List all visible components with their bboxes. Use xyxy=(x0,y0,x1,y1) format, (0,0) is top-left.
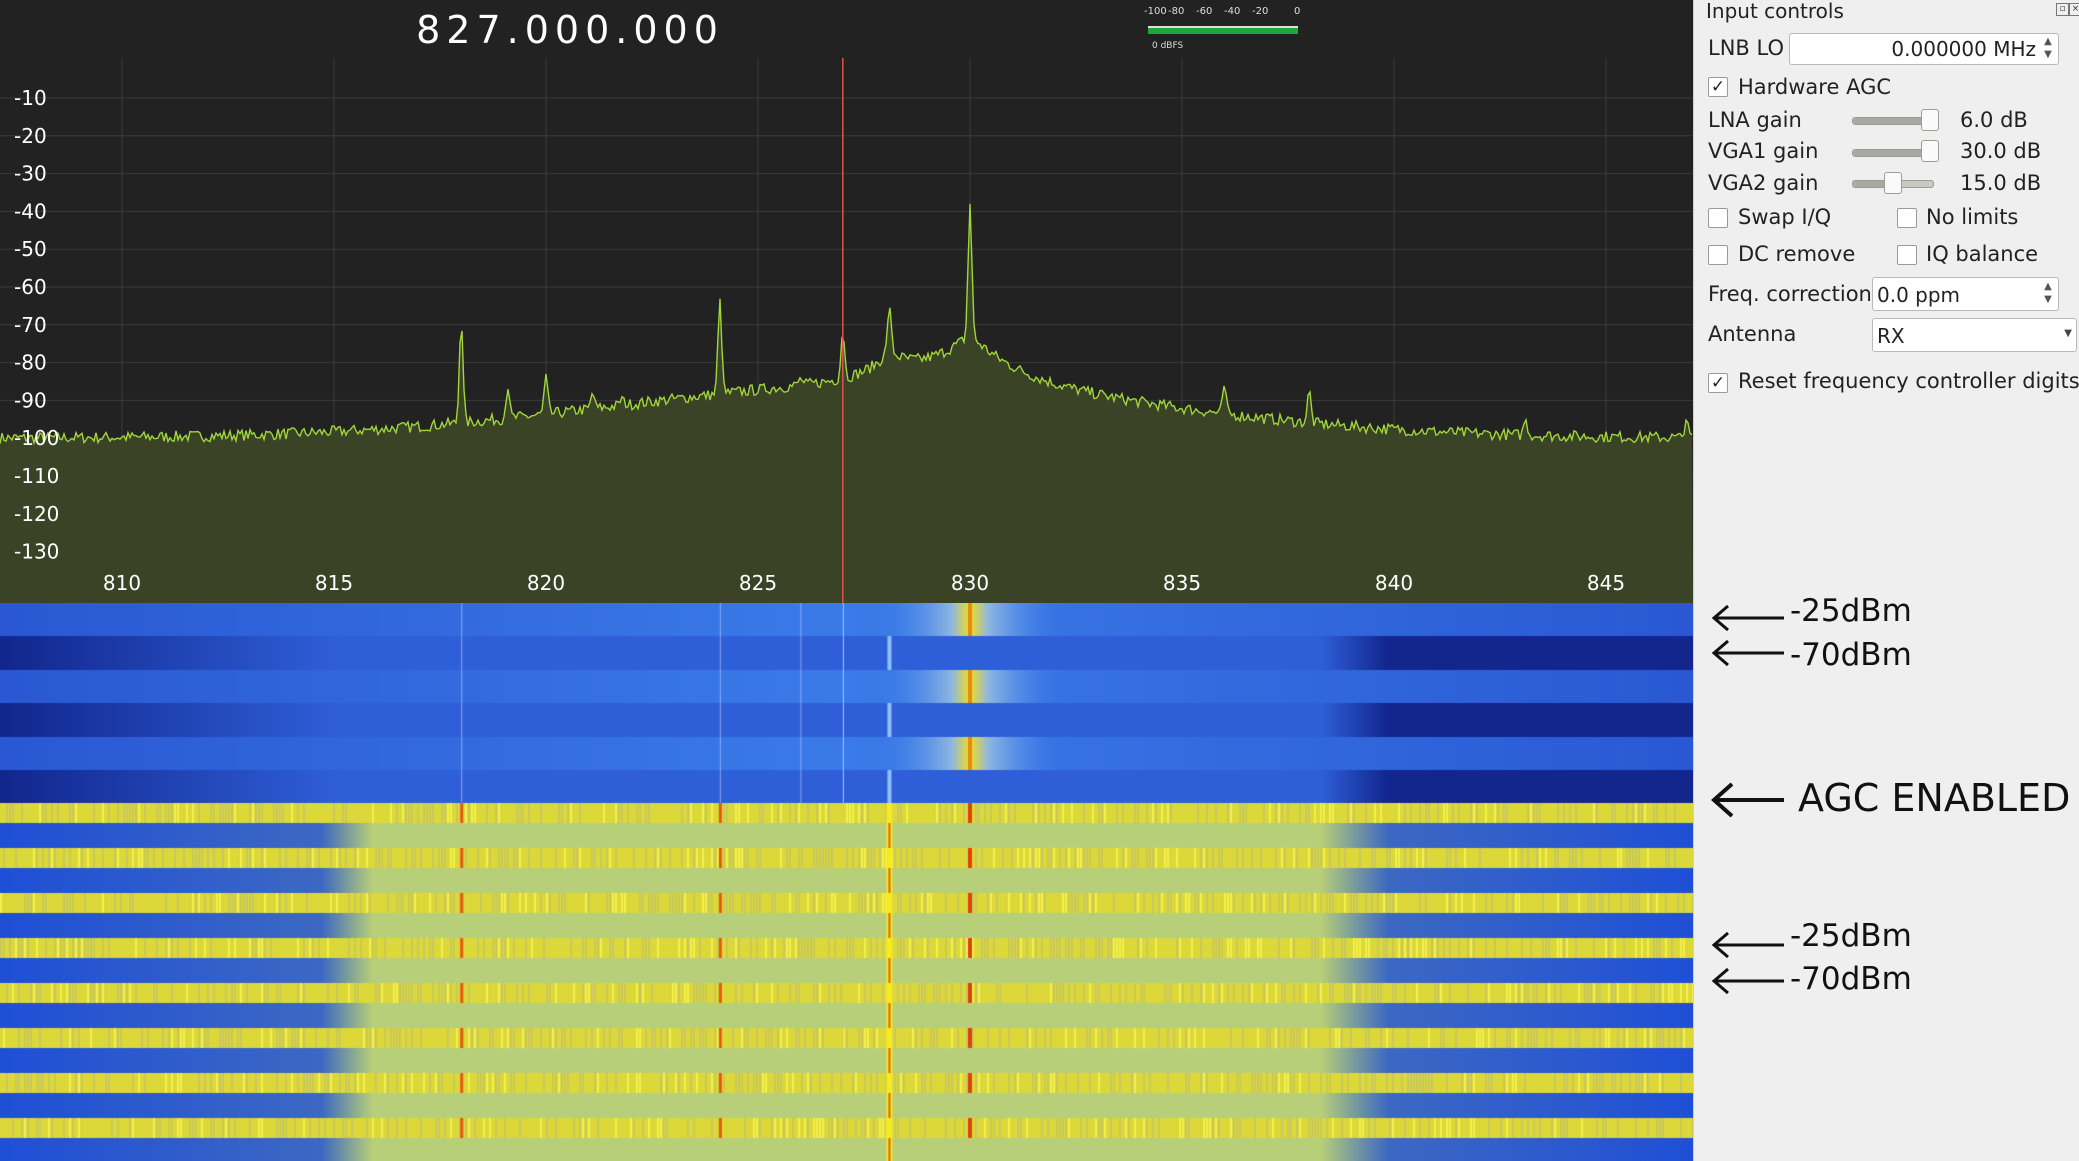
swap-iq-checkbox[interactable] xyxy=(1708,208,1728,228)
lna-gain-slider-handle[interactable] xyxy=(1921,109,1939,131)
annotation-bottom-high: -25dBm xyxy=(1790,918,1912,954)
no-limits-label: No limits xyxy=(1926,205,2019,229)
signal-level-meter: -100 -80 -60 -40 -20 0 0 dBFS xyxy=(1144,6,1302,51)
arrow-left-icon xyxy=(1710,782,1784,818)
meter-tick: -60 xyxy=(1196,6,1213,17)
lnb-lo-value: 0.000000 MHz xyxy=(1891,37,2036,61)
frequency-display[interactable]: 827.000.000 xyxy=(400,4,740,56)
reset-digits-label: Reset frequency controller digits xyxy=(1738,369,2079,393)
hardware-agc-checkbox[interactable]: ✓ xyxy=(1708,77,1728,97)
vga2-gain-slider-handle[interactable] xyxy=(1884,172,1902,194)
hardware-agc-label: Hardware AGC xyxy=(1738,75,1891,99)
dc-remove-label: DC remove xyxy=(1738,242,1856,266)
x-tick-label: 830 xyxy=(951,571,989,595)
vga2-gain-label: VGA2 gain xyxy=(1708,171,1819,195)
x-tick-label: 820 xyxy=(527,571,565,595)
spin-down-icon[interactable]: ▼ xyxy=(2040,49,2056,61)
vga2-gain-value: 15.0 dB xyxy=(1960,171,2042,195)
waterfall-center-marker xyxy=(843,603,844,803)
freq-correction-value: 0.0 ppm xyxy=(1877,283,1961,307)
x-tick-label: 845 xyxy=(1587,571,1625,595)
annotation-agc: AGC ENABLED xyxy=(1798,776,2071,820)
waterfall-display[interactable] xyxy=(0,603,1693,1161)
annotation-bottom-low: -70dBm xyxy=(1790,961,1912,997)
y-tick-label: -110 xyxy=(14,464,59,488)
meter-tick: -40 xyxy=(1224,6,1241,17)
meter-unit-label: 0 dBFS xyxy=(1152,41,1184,51)
y-tick-label: -40 xyxy=(14,199,47,223)
x-tick-label: 840 xyxy=(1375,571,1413,595)
antenna-label: Antenna xyxy=(1708,322,1797,346)
y-tick-label: -30 xyxy=(14,162,47,186)
reset-digits-checkbox[interactable]: ✓ xyxy=(1708,373,1728,393)
lna-gain-label: LNA gain xyxy=(1708,108,1802,132)
meter-bar xyxy=(1148,28,1298,34)
iq-balance-checkbox[interactable] xyxy=(1897,245,1917,265)
float-icon[interactable]: ▫ xyxy=(2056,3,2069,16)
y-tick-label: -70 xyxy=(14,313,47,337)
meter-tick: -80 xyxy=(1168,6,1185,17)
freq-correction-field[interactable]: 0.0 ppm ▲ ▼ xyxy=(1872,277,2059,311)
antenna-select[interactable]: RX ▼ xyxy=(1872,318,2077,352)
vga1-gain-slider-handle[interactable] xyxy=(1921,140,1939,162)
y-tick-label: -120 xyxy=(14,502,59,526)
y-tick-label: -50 xyxy=(14,237,47,261)
y-tick-label: -100 xyxy=(14,426,59,450)
arrow-left-icon xyxy=(1711,640,1729,667)
annotation-top-low: -70dBm xyxy=(1790,637,1912,673)
spin-down-icon[interactable]: ▼ xyxy=(2040,294,2056,306)
spectrum-app: 827.000.000 -100 -80 -60 -40 -20 0 0 dBF… xyxy=(0,0,1693,1161)
meter-tick: 0 xyxy=(1294,6,1301,17)
x-tick-label: 810 xyxy=(103,571,141,595)
waterfall-canvas xyxy=(0,603,1693,1161)
lnb-lo-field[interactable]: 0.000000 MHz ▲ ▼ xyxy=(1789,33,2059,65)
freq-correction-label: Freq. correction xyxy=(1708,282,1872,306)
swap-iq-label: Swap I/Q xyxy=(1738,205,1832,229)
spin-up-icon[interactable]: ▲ xyxy=(2040,36,2056,48)
lna-gain-value: 6.0 dB xyxy=(1960,108,2028,132)
y-tick-label: -90 xyxy=(14,388,47,412)
y-tick-label: -80 xyxy=(14,351,47,375)
panel-title: Input controls xyxy=(1706,0,1844,23)
no-limits-checkbox[interactable] xyxy=(1897,208,1917,228)
chevron-down-icon[interactable]: ▼ xyxy=(2064,328,2072,339)
arrow-left-icon xyxy=(1711,931,1784,995)
annotation-top-high: -25dBm xyxy=(1790,593,1912,629)
vga1-gain-value: 30.0 dB xyxy=(1960,139,2042,163)
lnb-lo-label: LNB LO xyxy=(1708,36,1784,60)
y-tick-label: -10 xyxy=(14,86,47,110)
close-icon[interactable]: × xyxy=(2069,3,2079,16)
input-controls-panel: Input controls ▫ × LNB LO 0.000000 MHz ▲… xyxy=(1693,0,2079,1161)
y-tick-label: -60 xyxy=(14,275,47,299)
antenna-value: RX xyxy=(1877,324,1905,348)
x-tick-label: 835 xyxy=(1163,571,1201,595)
x-tick-label: 825 xyxy=(739,571,777,595)
y-tick-label: -20 xyxy=(14,124,47,148)
spin-up-icon[interactable]: ▲ xyxy=(2040,281,2056,293)
dc-remove-checkbox[interactable] xyxy=(1708,245,1728,265)
meter-tick: -100 xyxy=(1144,6,1167,17)
iq-balance-label: IQ balance xyxy=(1926,242,2039,266)
meter-tick: -20 xyxy=(1252,6,1269,17)
spectrum-plot[interactable]: -10 -20 -30 -40 -50 -60 -70 -80 -90 -100 -110 -120 -… xyxy=(0,58,1693,603)
vga1-gain-label: VGA1 gain xyxy=(1708,139,1819,163)
y-tick-label: -130 xyxy=(14,540,59,564)
x-tick-label: 815 xyxy=(315,571,353,595)
